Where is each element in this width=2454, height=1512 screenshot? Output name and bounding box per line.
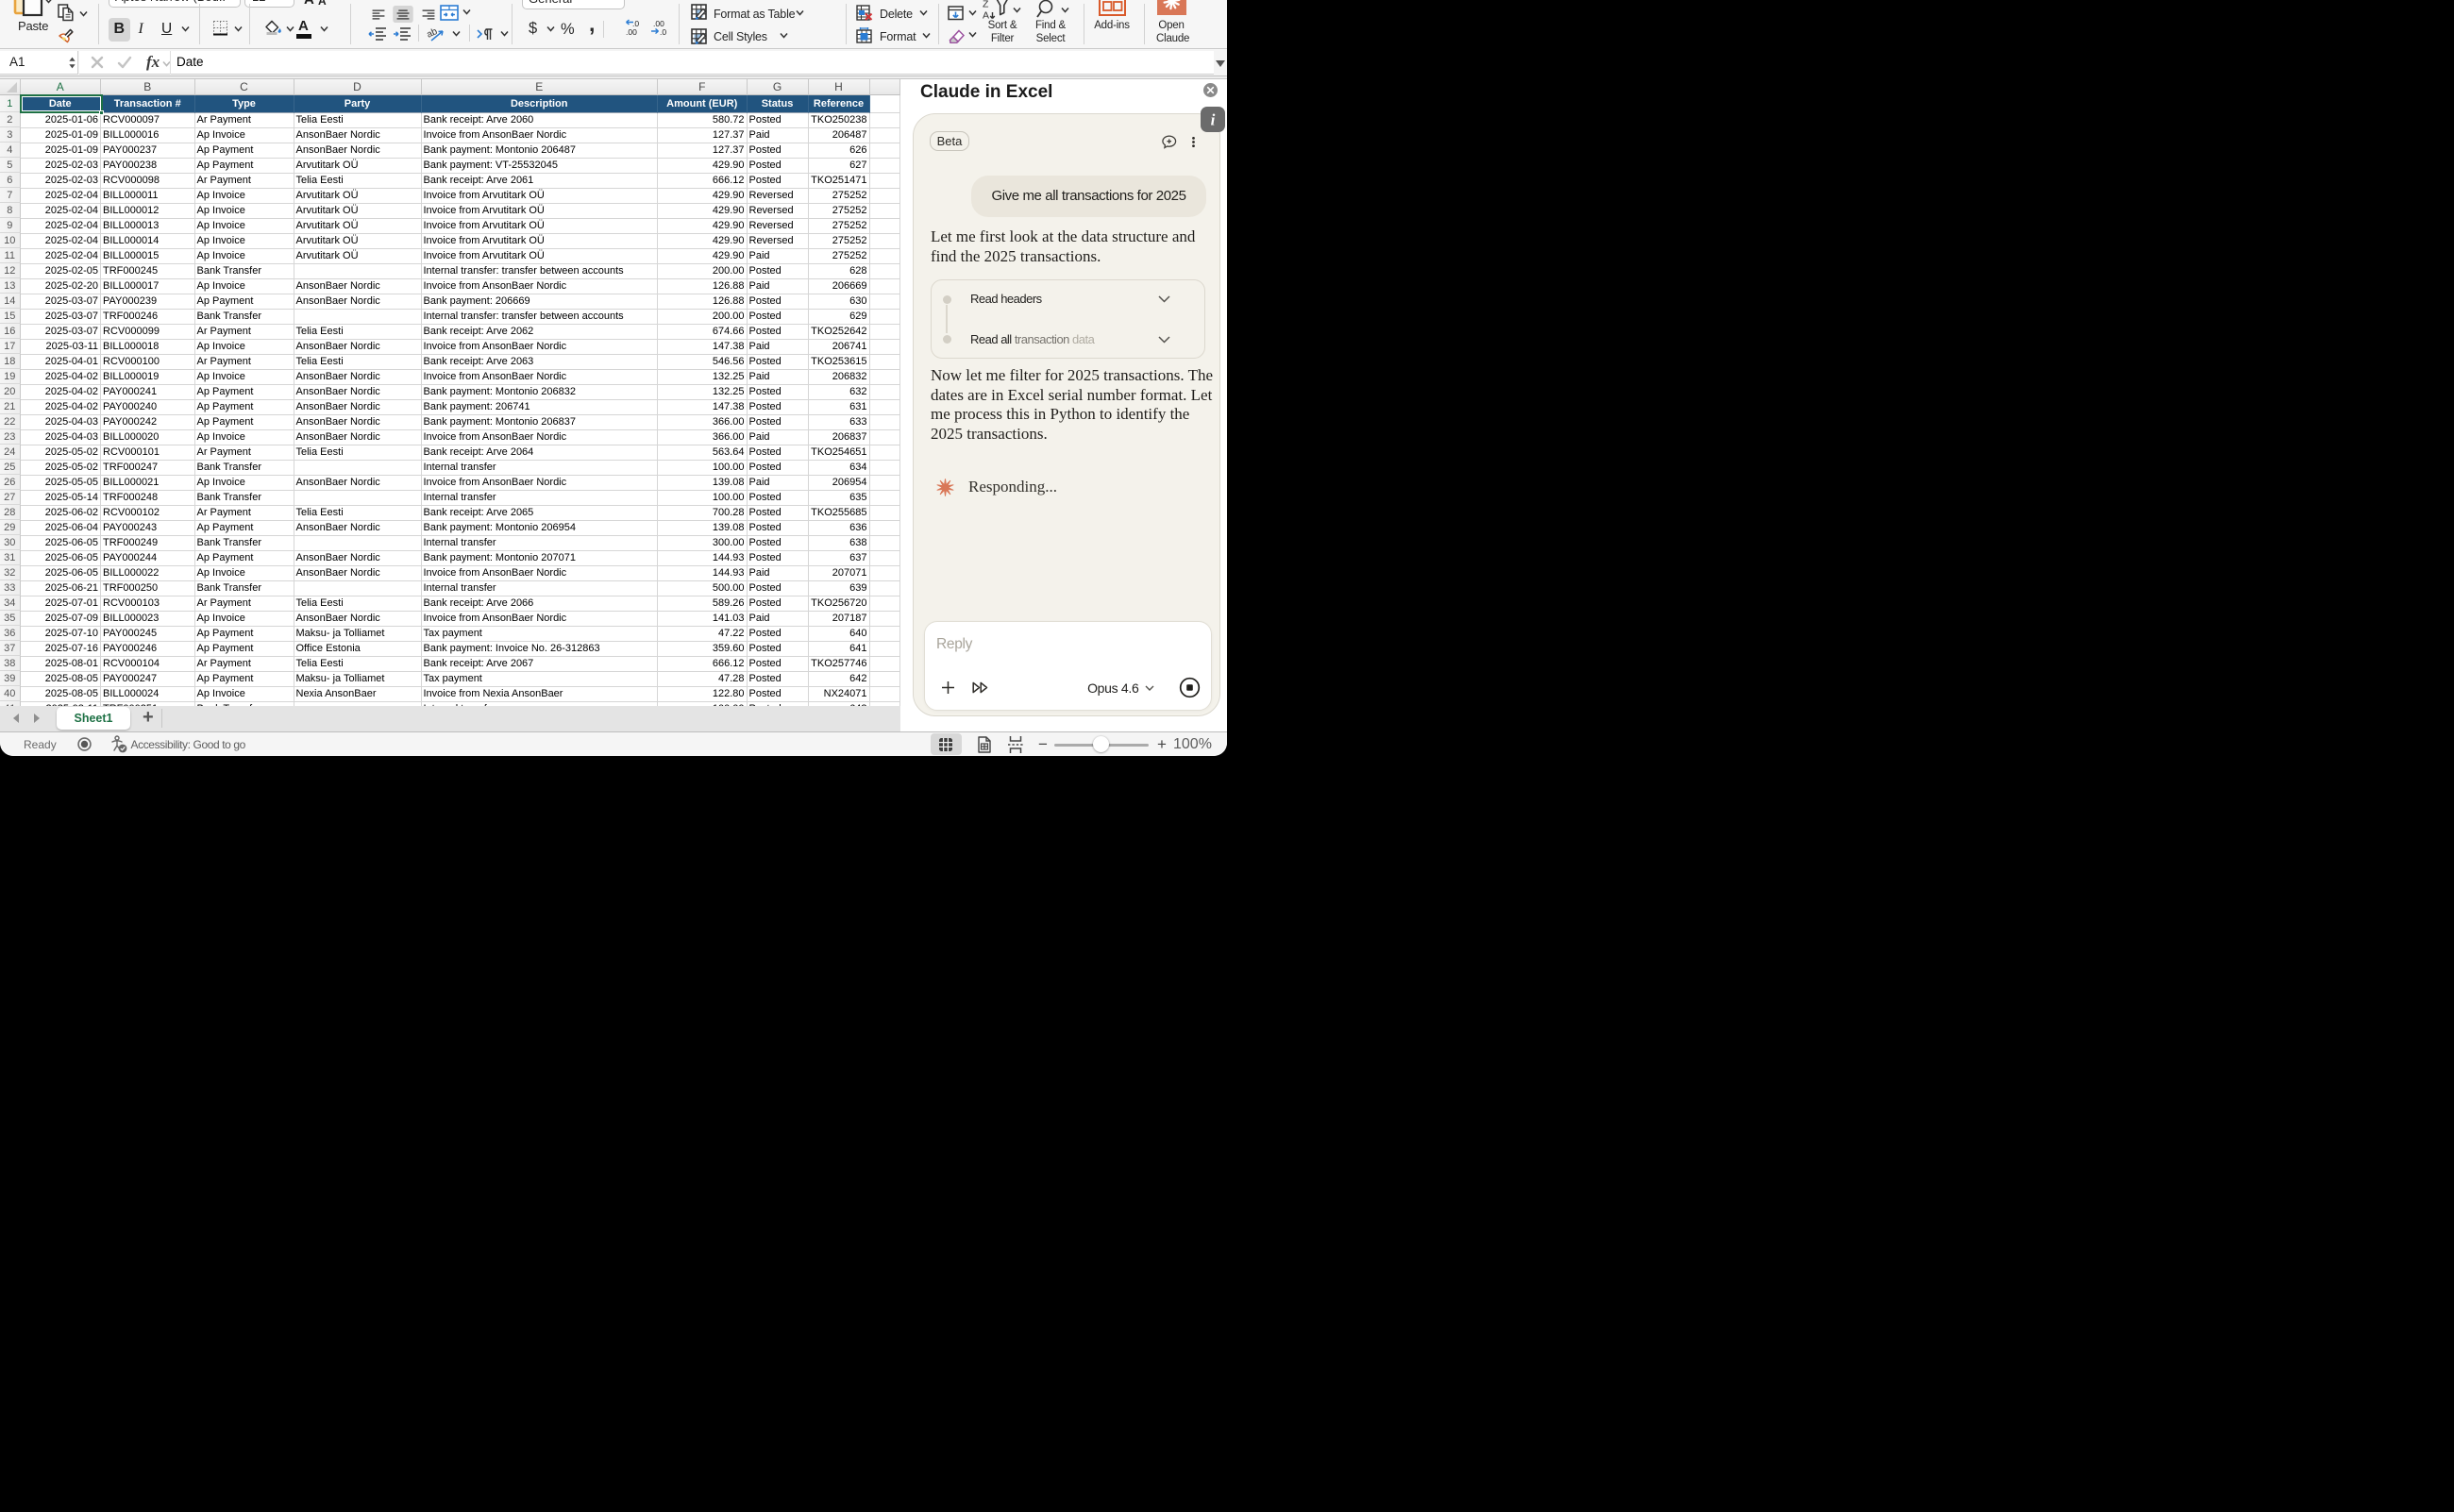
svg-text:.0: .0: [660, 27, 666, 37]
svg-text:Z: Z: [983, 0, 989, 10]
svg-text:.00: .00: [626, 27, 637, 37]
svg-text:i: i: [1211, 111, 1216, 129]
